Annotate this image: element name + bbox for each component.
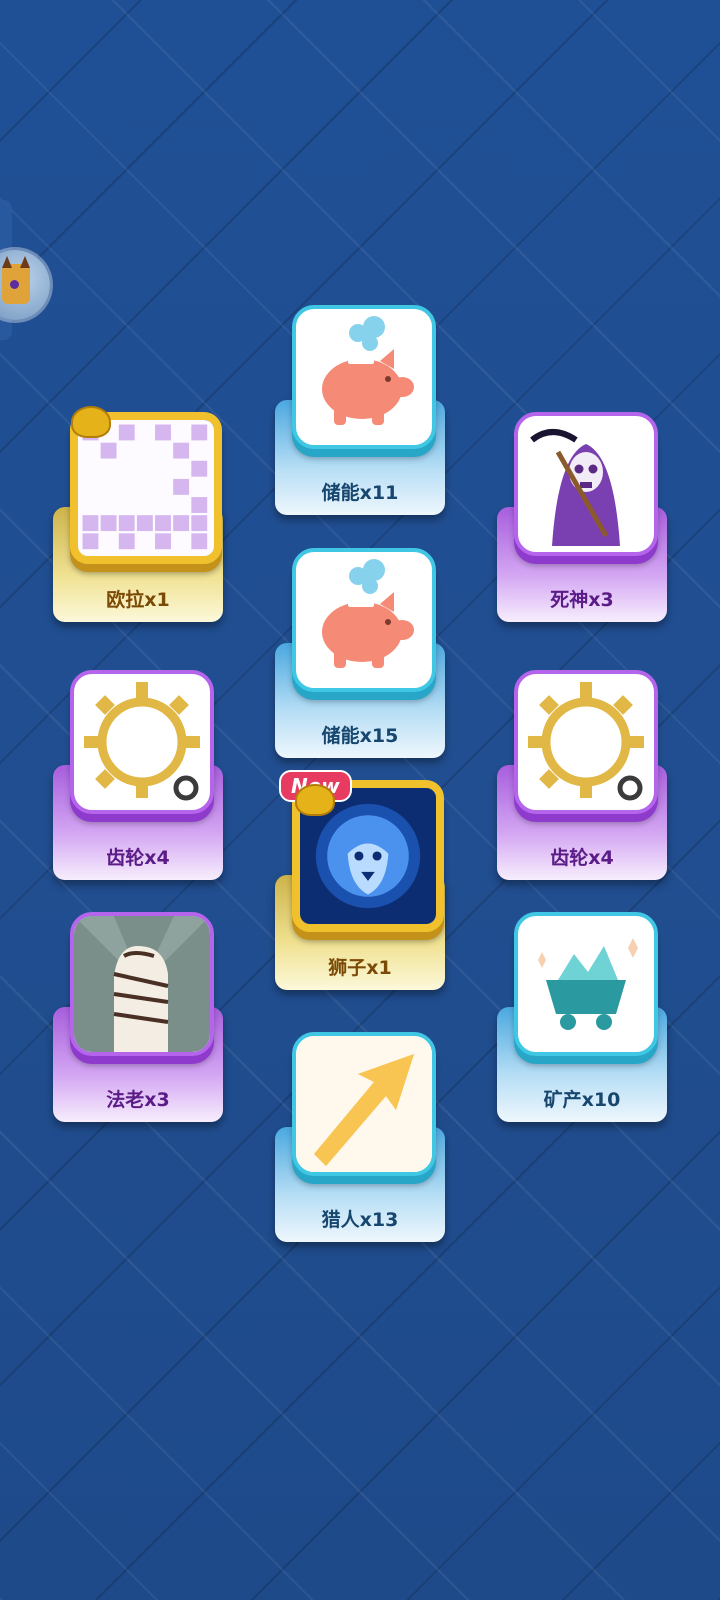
card-label: 欧拉x1: [106, 589, 170, 611]
card-piggy-11[interactable]: 储能x11: [275, 305, 445, 515]
card-lion[interactable]: 狮子x1 New: [275, 770, 445, 990]
card-label: 储能x11: [321, 482, 399, 504]
mine-cart-icon: [514, 912, 658, 1056]
player-avatar[interactable]: [0, 250, 50, 320]
card-hunter[interactable]: 猎人x13: [275, 1032, 445, 1242]
piggy-bank-icon: [292, 305, 436, 449]
card-label: 储能x15: [321, 725, 399, 747]
card-reaper[interactable]: 死神x3: [497, 412, 667, 622]
card-piggy-15[interactable]: 储能x15: [275, 548, 445, 758]
gear-icon: [514, 670, 658, 814]
dragon-ornament-icon: [71, 406, 111, 438]
card-label: 猎人x13: [321, 1209, 399, 1231]
card-euler[interactable]: 欧拉x1: [53, 406, 223, 622]
gear-icon: [70, 670, 214, 814]
dragon-ornament-icon: [295, 784, 335, 816]
card-label: 矿产x10: [543, 1089, 621, 1111]
card-label: 狮子x1: [328, 957, 392, 979]
arrow-icon: [292, 1032, 436, 1176]
card-label: 法老x3: [106, 1089, 170, 1111]
card-gear-right[interactable]: 齿轮x4: [497, 670, 667, 880]
grim-reaper-icon: [514, 412, 658, 556]
card-label: 死神x3: [550, 589, 614, 611]
card-gear-left[interactable]: 齿轮x4: [53, 670, 223, 880]
mummy-hand-icon: [70, 912, 214, 1056]
card-mine[interactable]: 矿产x10: [497, 912, 667, 1122]
card-pharaoh[interactable]: 法老x3: [53, 912, 223, 1122]
piggy-bank-icon: [292, 548, 436, 692]
card-label: 齿轮x4: [106, 847, 170, 869]
card-label: 齿轮x4: [550, 847, 614, 869]
